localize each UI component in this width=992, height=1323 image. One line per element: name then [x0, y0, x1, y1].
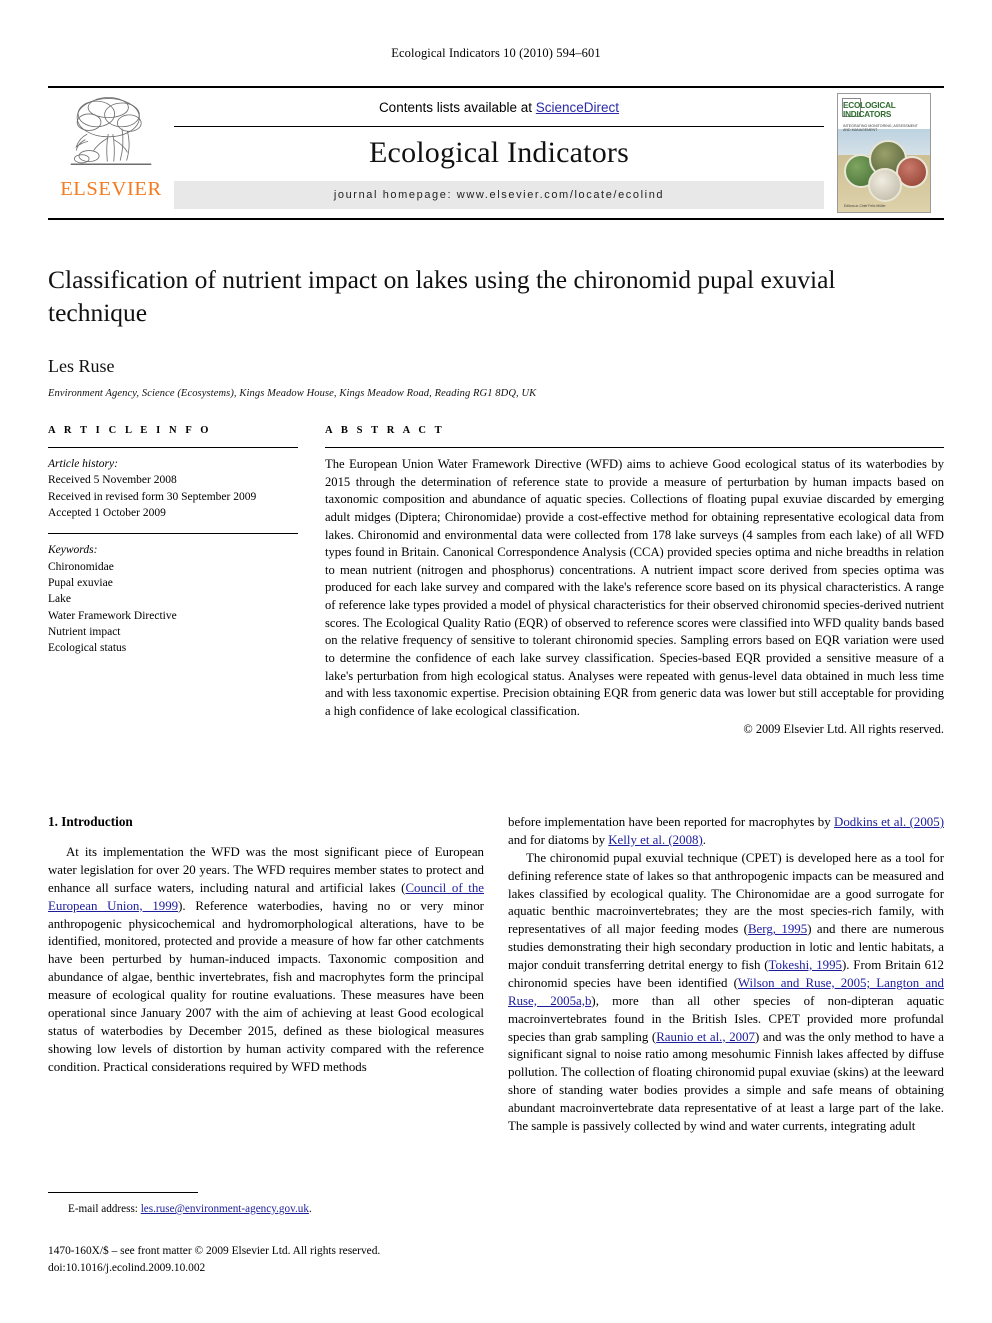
abstract-heading: A B S T R A C T [325, 425, 445, 436]
paragraph-text: before implementation have been reported… [508, 815, 835, 829]
colophon: 1470-160X/$ – see front matter © 2009 El… [48, 1243, 568, 1276]
masthead-center: Contents lists available at ScienceDirec… [174, 88, 824, 218]
author-name: Les Ruse [48, 356, 115, 377]
paragraph-text: and for diatoms by [508, 832, 609, 847]
front-matter-line: 1470-160X/$ – see front matter © 2009 El… [48, 1245, 381, 1257]
paragraph-text: ) and was the only method to have a sign… [508, 1029, 944, 1133]
cover-title: ECOLOGICAL INDICATORS [843, 101, 896, 119]
keyword-item: Water Framework Directive [48, 609, 177, 622]
contents-prefix: Contents lists available at [378, 100, 536, 115]
article-page: Ecological Indicators 10 (2010) 594–601 [0, 0, 992, 1323]
abstract-text: The European Union Water Framework Direc… [325, 457, 944, 718]
journal-masthead: ELSEVIER Contents lists available at Sci… [48, 86, 944, 220]
elsevier-wordmark: ELSEVIER [60, 178, 162, 200]
divider [48, 533, 298, 535]
paragraph: The chironomid pupal exuvial technique (… [508, 850, 944, 1136]
journal-homepage-band: journal homepage: www.elsevier.com/locat… [174, 181, 824, 209]
citation-link[interactable]: Berg, 1995 [748, 922, 807, 936]
email-footnote: E-mail address: les.ruse@environment-age… [48, 1202, 484, 1218]
journal-cover-thumbnail: ECOLOGICAL INDICATORS INTEGRATING MONITO… [837, 93, 931, 213]
article-info-heading: A R T I C L E I N F O [48, 425, 212, 436]
elsevier-tree-icon [70, 97, 152, 166]
keyword-item: Ecological status [48, 642, 127, 655]
abstract-copyright: © 2009 Elsevier Ltd. All rights reserved… [743, 722, 944, 737]
cover-photo-circle [868, 168, 902, 202]
citation-link[interactable]: Dodkins et al. (2005) [834, 815, 944, 829]
keyword-item: Lake [48, 593, 71, 606]
sciencedirect-link[interactable]: ScienceDirect [536, 100, 619, 115]
email-link[interactable]: les.ruse@environment-agency.gov.uk [141, 1203, 309, 1215]
keyword-item: Nutrient impact [48, 625, 121, 638]
email-label: E-mail address: [68, 1203, 138, 1215]
paragraph: At its implementation the WFD was the mo… [48, 844, 484, 1076]
info-abstract-area: A R T I C L E I N F O Article history: R… [48, 425, 944, 737]
keyword-item: Pupal exuviae [48, 576, 113, 589]
page-title: Classification of nutrient impact on lak… [48, 265, 836, 328]
citation-link[interactable]: Kelly et al. (2008) [608, 833, 703, 847]
body-column-right: before implementation have been reported… [508, 814, 944, 1136]
keywords-label: Keywords: [48, 544, 98, 557]
footnote-divider [48, 1192, 198, 1193]
journal-title-band: Ecological Indicators [174, 126, 824, 176]
section-heading-introduction: 1. Introduction [48, 814, 133, 829]
paragraph-text: . [702, 832, 706, 847]
divider [325, 447, 944, 448]
cover-editors: Editors-in-Chief Felix Müller [844, 203, 886, 208]
running-head: Ecological Indicators 10 (2010) 594–601 [391, 46, 601, 60]
doi-line[interactable]: doi:10.1016/j.ecolind.2009.10.002 [48, 1260, 568, 1277]
email-suffix: . [308, 1203, 312, 1215]
citation-link[interactable]: Raunio et al., 2007 [656, 1030, 755, 1044]
body-columns: 1. Introduction At its implementation th… [48, 814, 944, 1136]
cover-subtitle: INTEGRATING MONITORING, ASSESSMENT AND M… [843, 124, 918, 133]
elsevier-logo: ELSEVIER [48, 88, 174, 218]
footnote-block: E-mail address: les.ruse@environment-age… [48, 1192, 484, 1218]
paragraph: before implementation have been reported… [508, 814, 944, 850]
journal-title: Ecological Indicators [369, 136, 629, 169]
body-column-left: 1. Introduction At its implementation th… [48, 814, 484, 1136]
article-history-item: Received 5 November 2008 [48, 474, 177, 487]
article-history-label: Article history: [48, 458, 118, 470]
paragraph-text: ). Reference waterbodies, having no or v… [48, 898, 484, 1074]
journal-cover-cell: ECOLOGICAL INDICATORS INTEGRATING MONITO… [824, 88, 944, 218]
keyword-item: Chironomidae [48, 560, 114, 573]
abstract-column: A B S T R A C T The European Union Water… [325, 425, 944, 737]
title-block: Classification of nutrient impact on lak… [48, 263, 848, 399]
article-history-item: Received in revised form 30 September 20… [48, 490, 257, 503]
author-affiliation: Environment Agency, Science (Ecosystems)… [48, 388, 537, 400]
article-history-item: Accepted 1 October 2009 [48, 506, 166, 519]
citation-link[interactable]: Tokeshi, 1995 [769, 958, 842, 972]
article-info-column: A R T I C L E I N F O Article history: R… [48, 425, 298, 737]
journal-homepage-text[interactable]: journal homepage: www.elsevier.com/locat… [334, 189, 664, 201]
divider [48, 447, 298, 448]
contents-available-line: Contents lists available at ScienceDirec… [174, 88, 824, 126]
